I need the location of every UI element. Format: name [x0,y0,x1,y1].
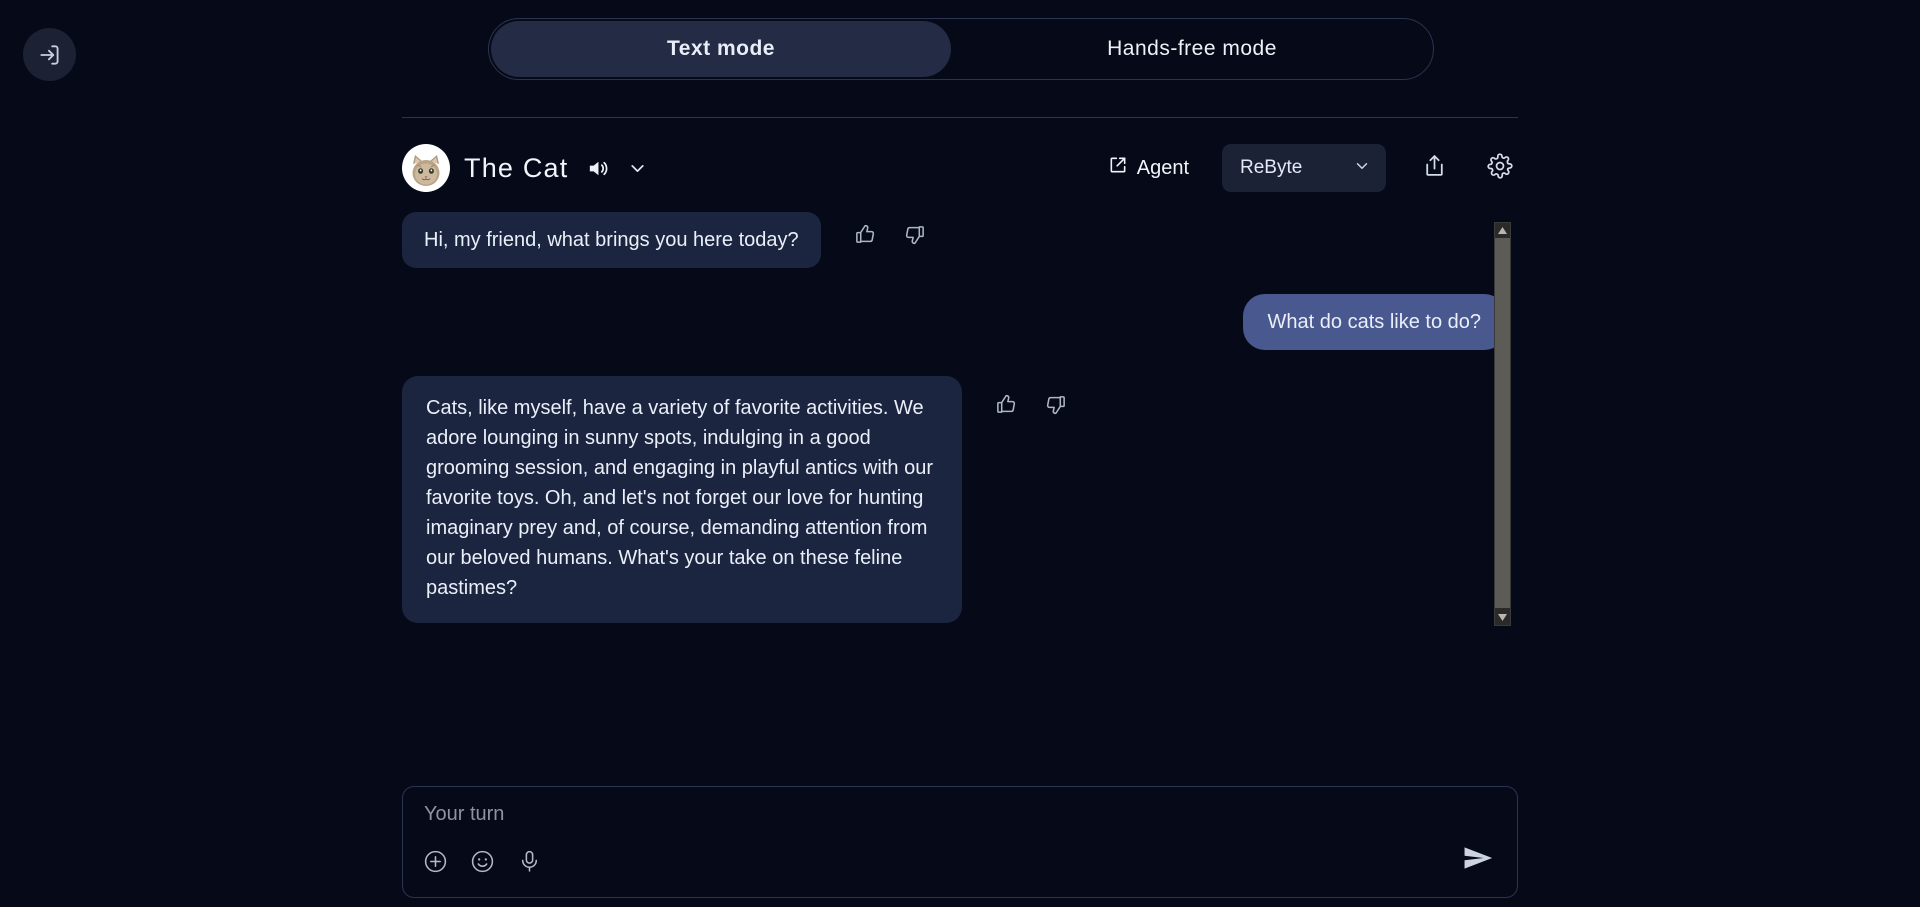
agent-link[interactable]: Agent [1108,155,1189,181]
message-input[interactable] [424,803,1424,826]
tab-hands-free-mode[interactable]: Hands-free mode [951,21,1433,77]
message-rating [995,393,1067,416]
send-button[interactable] [1461,841,1495,880]
gear-icon [1487,152,1513,184]
chat-scrollbar[interactable] [1494,222,1511,626]
page-title: The Cat [464,152,569,183]
thumbs-down-icon[interactable] [1044,393,1067,416]
thumbs-up-icon[interactable] [995,393,1018,416]
settings-button[interactable] [1482,150,1518,186]
thumbs-up-icon[interactable] [854,223,877,246]
emoji-smiley-icon[interactable] [470,849,495,874]
message-bubble: Cats, like myself, have a variety of fav… [402,376,962,623]
message-bubble: What do cats like to do? [1242,294,1506,350]
message-composer [402,786,1518,898]
avatar[interactable] [402,144,450,192]
share-button[interactable] [1416,150,1452,186]
mode-toggle[interactable]: Text mode Hands-free mode [488,18,1434,80]
tab-text-mode[interactable]: Text mode [491,21,951,77]
app-window: Text mode Hands-free mode The Cat Agent … [0,0,1920,907]
header-divider [402,117,1518,118]
message-row-assistant: Cats, like myself, have a variety of fav… [402,376,1518,623]
message-rating [854,223,926,246]
plus-circle-icon[interactable] [423,849,448,874]
chat-header: The Cat Agent ReByte [402,140,1518,196]
agent-label: Agent [1136,156,1189,179]
scroll-up-arrow-icon[interactable] [1494,223,1511,238]
model-select-value: ReByte [1240,157,1303,178]
chevron-down-icon[interactable] [627,158,648,179]
login-button[interactable] [23,28,76,81]
chevron-down-icon [1353,157,1371,180]
external-link-icon [1108,155,1128,181]
message-list: Hi, my friend, what brings you here toda… [402,212,1518,632]
model-select[interactable]: ReByte [1222,144,1386,192]
cat-avatar-image [404,148,448,192]
scrollbar-thumb[interactable] [1495,238,1510,608]
message-row-user: What do cats like to do? [402,294,1518,350]
share-upload-icon [1422,153,1447,183]
scroll-down-arrow-icon[interactable] [1494,610,1511,625]
microphone-icon[interactable] [517,849,542,874]
message-bubble: Hi, my friend, what brings you here toda… [402,212,821,268]
speaker-volume-icon[interactable] [586,157,609,180]
login-enter-icon [37,42,63,68]
composer-tools [423,849,542,874]
thumbs-down-icon[interactable] [903,223,926,246]
message-row-assistant: Hi, my friend, what brings you here toda… [402,212,1518,268]
send-paper-plane-icon [1461,841,1495,880]
